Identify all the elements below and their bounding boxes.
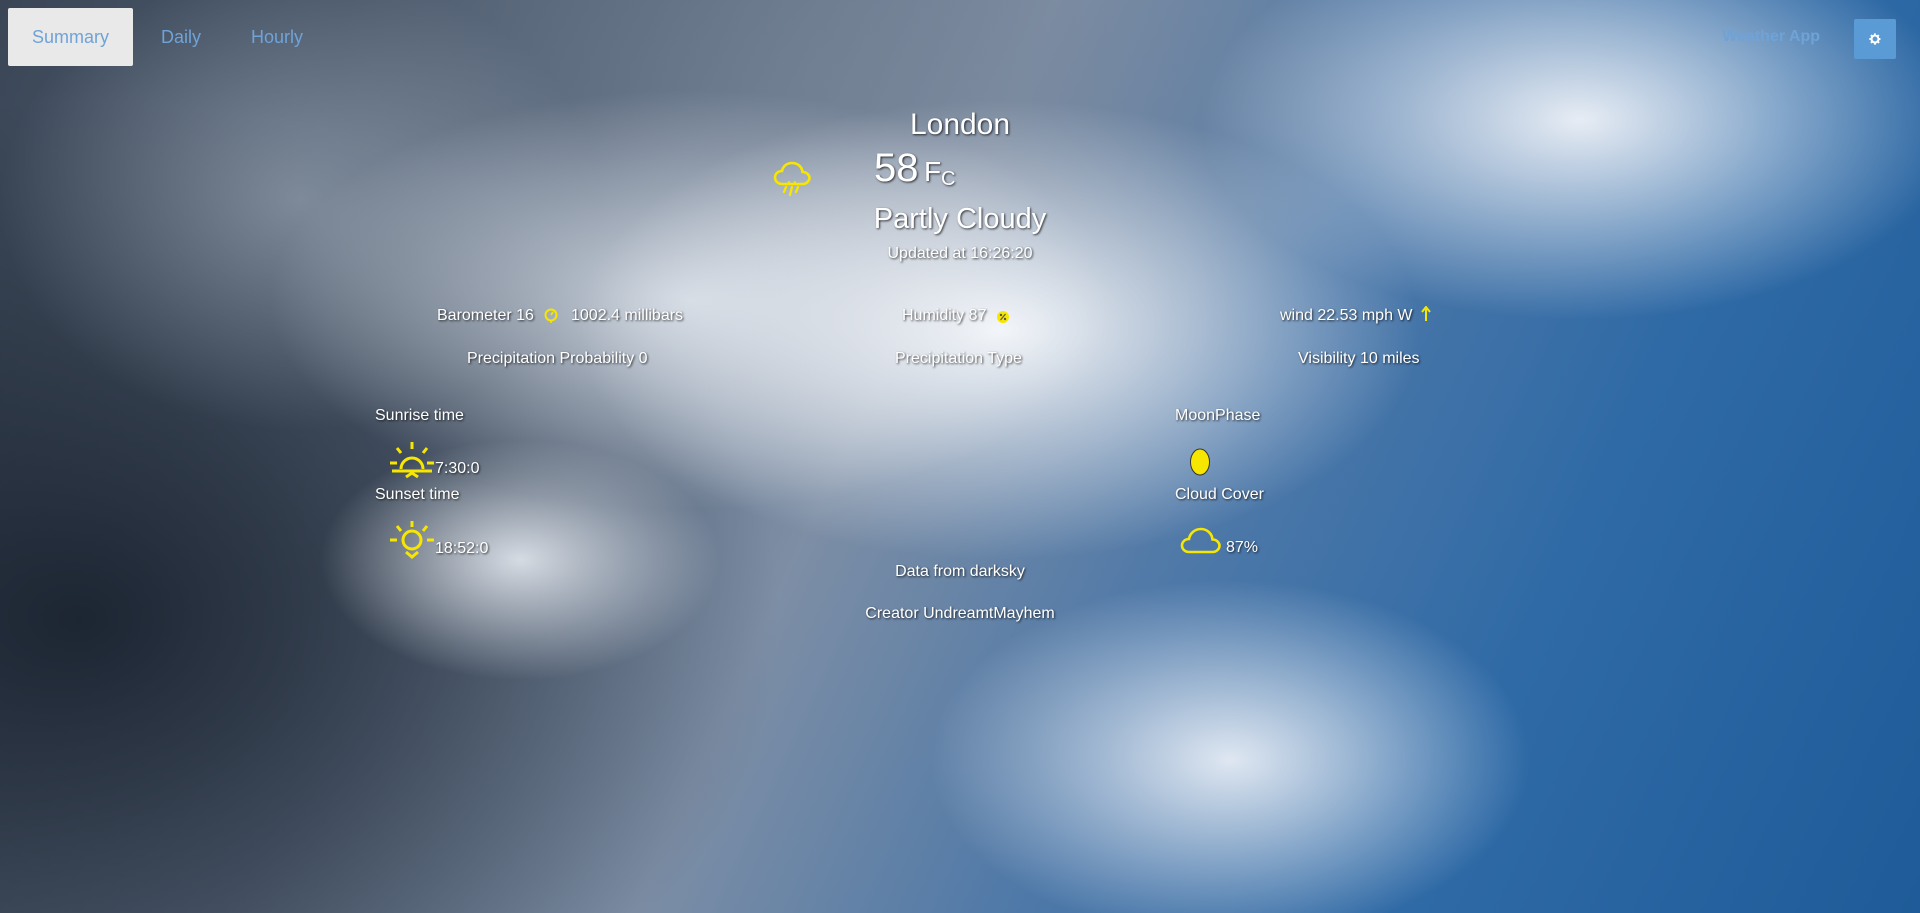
wind-direction-arrow-icon bbox=[1421, 306, 1431, 321]
temperature-value: 58 bbox=[874, 146, 919, 190]
humidity-label: Humidity 87 bbox=[902, 307, 987, 324]
cloud-cover-value: 87% bbox=[1226, 539, 1259, 556]
barometer-label: Barometer 16 bbox=[437, 307, 534, 324]
barometer-icon bbox=[544, 308, 558, 323]
unit-f-toggle[interactable]: F bbox=[924, 156, 941, 188]
gear-icon bbox=[1869, 33, 1881, 45]
barometer-value: 1002.4 millibars bbox=[571, 307, 684, 324]
tab-daily[interactable]: Daily bbox=[137, 8, 225, 66]
sunset-label: Sunset time bbox=[375, 486, 460, 503]
precipitation-type: Precipitation Type bbox=[895, 350, 1022, 367]
settings-button[interactable] bbox=[1854, 19, 1896, 59]
humidity-icon bbox=[997, 311, 1009, 323]
city-name: London bbox=[909, 108, 1011, 141]
moon-phase-icon bbox=[1190, 448, 1210, 476]
navbar: Summary Daily Hourly Weather App bbox=[0, 0, 1920, 74]
precipitation-probability: Precipitation Probability 0 bbox=[467, 350, 648, 367]
sunset-icon bbox=[390, 521, 434, 559]
updated-time: Updated at 16:26:20 bbox=[887, 245, 1033, 262]
sunrise-icon bbox=[390, 442, 434, 479]
data-source: Data from darksky bbox=[895, 563, 1025, 580]
weather-summary: Partly Cloudy bbox=[873, 203, 1047, 235]
sunrise-value: 7:30:0 bbox=[435, 460, 480, 477]
rain-cloud-icon bbox=[773, 161, 811, 197]
visibility-info: Visibility 10 miles bbox=[1298, 350, 1420, 367]
sunrise-label: Sunrise time bbox=[375, 407, 464, 424]
tab-hourly[interactable]: Hourly bbox=[227, 8, 327, 66]
unit-c-toggle[interactable]: C bbox=[941, 168, 955, 191]
creator-credit: Creator UndreamtMayhem bbox=[865, 605, 1055, 622]
moonphase-label: MoonPhase bbox=[1175, 407, 1261, 424]
cloud-icon bbox=[1180, 527, 1221, 554]
wind-info: wind 22.53 mph W bbox=[1280, 307, 1413, 324]
tab-summary[interactable]: Summary bbox=[8, 8, 134, 66]
cloud-cover-label: Cloud Cover bbox=[1175, 486, 1264, 503]
brand-link[interactable]: Weather App bbox=[1722, 28, 1820, 46]
sunset-value: 18:52:0 bbox=[435, 540, 489, 557]
